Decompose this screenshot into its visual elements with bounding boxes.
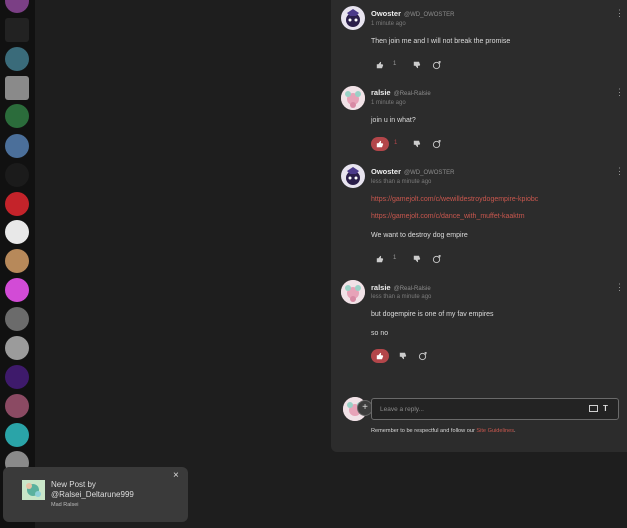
- more-options-icon[interactable]: ⋮: [615, 9, 624, 18]
- comment-link[interactable]: https://gamejolt.com/c/dance_with_muffet…: [371, 213, 525, 220]
- comment-text: We want to destroy dog empire: [371, 232, 468, 239]
- community-avatar[interactable]: [5, 0, 29, 13]
- thumbs-down-icon[interactable]: [412, 252, 422, 266]
- comment-text: Then join me and I will not break the pr…: [371, 38, 511, 45]
- reply-icon[interactable]: [431, 137, 441, 151]
- thumbs-up-icon[interactable]: [371, 137, 389, 151]
- notification-thumbnail: [22, 480, 45, 500]
- thumbs-down-icon[interactable]: [398, 349, 408, 363]
- more-options-icon[interactable]: ⋮: [615, 167, 624, 176]
- more-options-icon[interactable]: ⋮: [615, 283, 624, 292]
- new-post-notification[interactable]: New Post by @Ralsei_Deltarune999 Mad Ral…: [3, 467, 188, 522]
- owoster-avatar-icon: [341, 6, 365, 30]
- thumbs-up-icon[interactable]: [375, 58, 385, 72]
- community-avatar[interactable]: [5, 18, 29, 42]
- comment-time: less than a minute ago: [371, 294, 432, 300]
- comment-link[interactable]: https://gamejolt.com/c/wewilldestroydoge…: [371, 196, 538, 203]
- community-avatar[interactable]: [5, 104, 29, 128]
- community-avatar[interactable]: [5, 365, 29, 389]
- reply-composer: + T: [343, 396, 621, 422]
- like-count: 1: [393, 61, 397, 67]
- comment-time: 1 minute ago: [371, 21, 406, 27]
- community-avatar[interactable]: [5, 336, 29, 360]
- community-avatar[interactable]: [5, 134, 29, 158]
- avatar[interactable]: [341, 164, 365, 188]
- comment-text: but dogempire is one of my fav empires: [371, 311, 494, 318]
- comment-author[interactable]: Owoster @WD_OWOSTER: [371, 167, 454, 176]
- comment-author[interactable]: ralsie @Real-Ralsie: [371, 88, 431, 97]
- guidelines-note: Remember to be respectful and follow our…: [371, 428, 516, 434]
- comment-actions: 1: [371, 137, 451, 151]
- comment-author[interactable]: ralsie @Real-Ralsie: [371, 283, 431, 292]
- reply-icon[interactable]: [431, 252, 441, 266]
- like-count: 1: [393, 255, 397, 261]
- comment-author[interactable]: Owoster @WD_OWOSTER: [371, 9, 454, 18]
- community-avatar[interactable]: [5, 47, 29, 71]
- comment-handle: @WD_OWOSTER: [404, 170, 455, 176]
- thumbs-up-icon[interactable]: [375, 252, 385, 266]
- reply-icon[interactable]: [431, 58, 441, 72]
- comment-text: join u in what?: [371, 117, 416, 124]
- community-avatar[interactable]: [5, 307, 29, 331]
- community-avatar[interactable]: [5, 192, 29, 216]
- reply-input[interactable]: [371, 398, 619, 420]
- community-sidebar: [0, 0, 35, 528]
- notification-title: New Post by @Ralsei_Deltarune999: [51, 480, 134, 499]
- site-guidelines-link[interactable]: Site Guidelines: [476, 428, 514, 434]
- avatar[interactable]: [341, 6, 365, 30]
- avatar[interactable]: [341, 280, 365, 304]
- thumbs-down-icon[interactable]: [412, 58, 422, 72]
- community-avatar[interactable]: [5, 249, 29, 273]
- community-avatar[interactable]: [5, 76, 29, 100]
- comment-handle: @Real-Ralsie: [393, 91, 431, 97]
- comment-handle: @WD_OWOSTER: [404, 12, 455, 18]
- emoji-keyboard-icon[interactable]: [589, 405, 598, 412]
- community-avatar[interactable]: [5, 394, 29, 418]
- comment-time: 1 minute ago: [371, 100, 406, 106]
- comment-text: so no: [371, 330, 389, 337]
- avatar[interactable]: [341, 86, 365, 110]
- thumbs-down-icon[interactable]: [412, 137, 422, 151]
- ralsie-avatar-icon: [341, 86, 365, 110]
- reply-icon[interactable]: [417, 349, 427, 363]
- close-icon[interactable]: ×: [173, 470, 179, 481]
- comment-actions: [371, 349, 451, 363]
- thumbs-up-icon[interactable]: [371, 349, 389, 363]
- comments-panel: Owoster @WD_OWOSTER 1 minute ago ⋮ Then j…: [331, 0, 627, 452]
- comment-time: less than a minute ago: [371, 179, 432, 185]
- community-avatar[interactable]: [5, 163, 29, 187]
- ralsie-avatar-icon: [341, 280, 365, 304]
- owoster-avatar-icon: [341, 164, 365, 188]
- community-avatar[interactable]: [5, 278, 29, 302]
- comment-actions: 1: [371, 252, 451, 266]
- community-avatar[interactable]: [5, 220, 29, 244]
- notification-subtitle: Mad Ralsei: [51, 502, 79, 508]
- comment-actions: 1: [371, 58, 451, 72]
- community-avatar[interactable]: [5, 423, 29, 447]
- like-count: 1: [394, 140, 398, 146]
- text-format-icon[interactable]: T: [603, 404, 608, 413]
- comment-handle: @Real-Ralsie: [393, 286, 431, 292]
- more-options-icon[interactable]: ⋮: [615, 88, 624, 97]
